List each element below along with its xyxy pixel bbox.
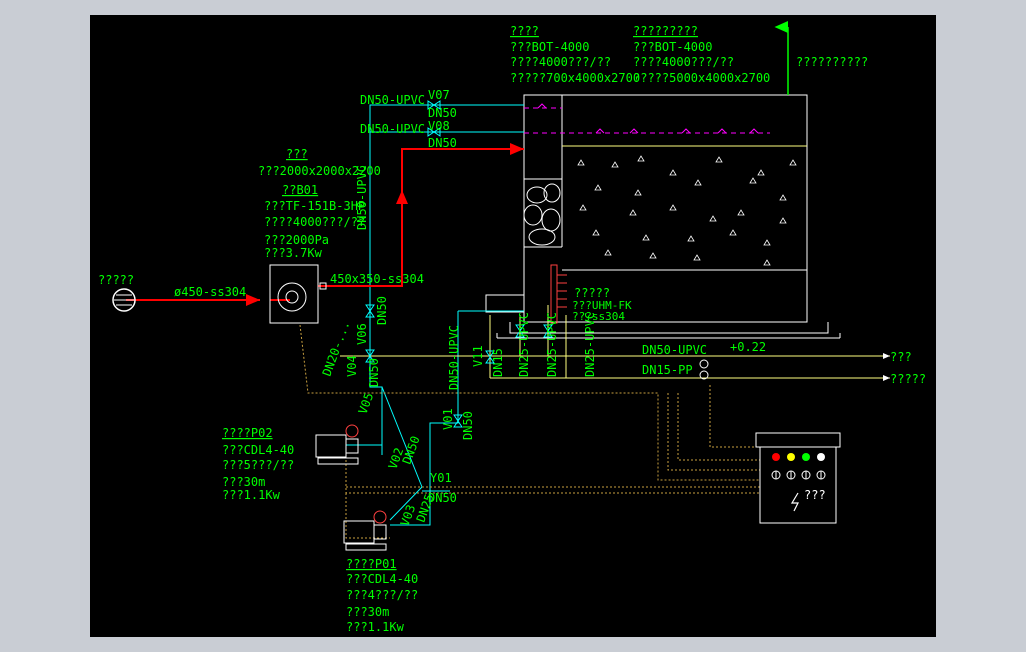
indicator-lamp: [772, 453, 780, 461]
dn25-v09: DN25-UPVC: [545, 312, 559, 377]
blower-id: ??B01: [282, 183, 318, 197]
pipe-v08-label: DN50-UPVC: [360, 122, 425, 136]
pump2-model: ???CDL4-40: [222, 443, 294, 457]
drain-destination: ?????: [890, 372, 926, 386]
outlet-level: +0.22: [730, 340, 766, 354]
pump2-flow: ???5???/??: [222, 458, 294, 472]
pump2-head: ???30m: [222, 475, 265, 489]
dn15-v11: DN15: [491, 348, 505, 377]
blower-pressure: ???2000Pa: [264, 233, 329, 247]
tank-a-title: ????: [510, 24, 539, 38]
tank-b-model: ???BOT-4000: [633, 40, 712, 54]
drawing-canvas: ???? ???BOT-4000 ????4000???/?? ?????700…: [90, 15, 936, 637]
pump2-id: ????P02: [222, 426, 273, 440]
tank-b-size: ?????5000x4000x2700: [633, 71, 770, 85]
filter-media: [577, 155, 797, 266]
control-panel: [755, 432, 841, 524]
tank-structure: [485, 94, 841, 339]
pump1-flow: ???4???/??: [346, 588, 418, 602]
blower-model: ???TF-151B-3HP: [264, 199, 365, 213]
indicator-lamp: [787, 453, 795, 461]
vent-note: ??????????: [796, 55, 868, 69]
v04-tag: V04: [345, 355, 359, 377]
tank-outline: [523, 94, 808, 323]
pipe-v07-dn: DN50: [428, 106, 457, 120]
blower-power: ???3.7Kw: [264, 246, 323, 260]
pump1-power: ???1.1Kw: [346, 620, 405, 634]
pump1-model: ???CDL4-40: [346, 572, 418, 586]
pipe-v07-label: DN50-UPVC: [360, 93, 425, 107]
air-inlet-symbol: [112, 288, 136, 312]
air-inlet-label: ?????: [98, 273, 134, 287]
v11-tag: V11: [471, 345, 485, 367]
pipe-v08-tag: V08: [428, 119, 450, 133]
blower-flow: ????4000???/??: [264, 215, 365, 229]
level-gauge-label: ?????: [574, 286, 610, 300]
y01-tag: Y01: [430, 471, 452, 485]
process-diagram: ???? ???BOT-4000 ????4000???/?? ?????700…: [98, 21, 926, 634]
dn25-v10: DN25-UPVC: [517, 312, 531, 377]
level-gauge-material: ???ss304: [572, 310, 625, 323]
dn50-y01: DN50: [428, 491, 457, 505]
tank-a-size: ?????700x4000x2700: [510, 71, 640, 85]
outlet-destination: ???: [890, 350, 912, 364]
pipe-v07-tag: V07: [428, 88, 450, 102]
drain-pipe-label: DN15-PP: [642, 363, 693, 377]
dn50-v01: DN50: [461, 411, 475, 440]
v06-tag: V06: [355, 323, 369, 345]
pump-p01: [343, 510, 387, 551]
v05-tag: V05: [356, 391, 377, 416]
tank-b-title: ?????????: [633, 24, 698, 38]
pump1-head: ???30m: [346, 605, 389, 619]
pump2-power: ???1.1Kw: [222, 488, 281, 502]
vertical-upvc-label: DN50-UPVC: [355, 165, 369, 230]
air-duct-label: ø450-ss304: [174, 285, 246, 299]
dn50-upvc-riser: DN50-UPVC: [447, 325, 461, 390]
aeration-diffusers: [524, 103, 770, 134]
tank-b-capacity: ????4000???/??: [633, 55, 734, 69]
blower-b01: [269, 264, 327, 324]
tank-a-model: ???BOT-4000: [510, 40, 589, 54]
dn50-riser-b: DN50: [367, 358, 381, 387]
indicator-lamp: [817, 453, 825, 461]
tank-a-capacity: ????4000???/??: [510, 55, 611, 69]
duct-reducer-label: 450x350-ss304: [330, 272, 424, 286]
indicator-lamp: [802, 453, 810, 461]
v01-tag: V01: [441, 408, 455, 430]
pipe-v08-dn: DN50: [428, 136, 457, 150]
control-panel-label: ???: [804, 488, 826, 502]
muffler-title: ???: [286, 147, 308, 161]
outlet-pipe-label: DN50-UPVC: [642, 343, 707, 357]
pump1-id: ????P01: [346, 557, 397, 571]
dn50-riser-a: DN50: [375, 296, 389, 325]
